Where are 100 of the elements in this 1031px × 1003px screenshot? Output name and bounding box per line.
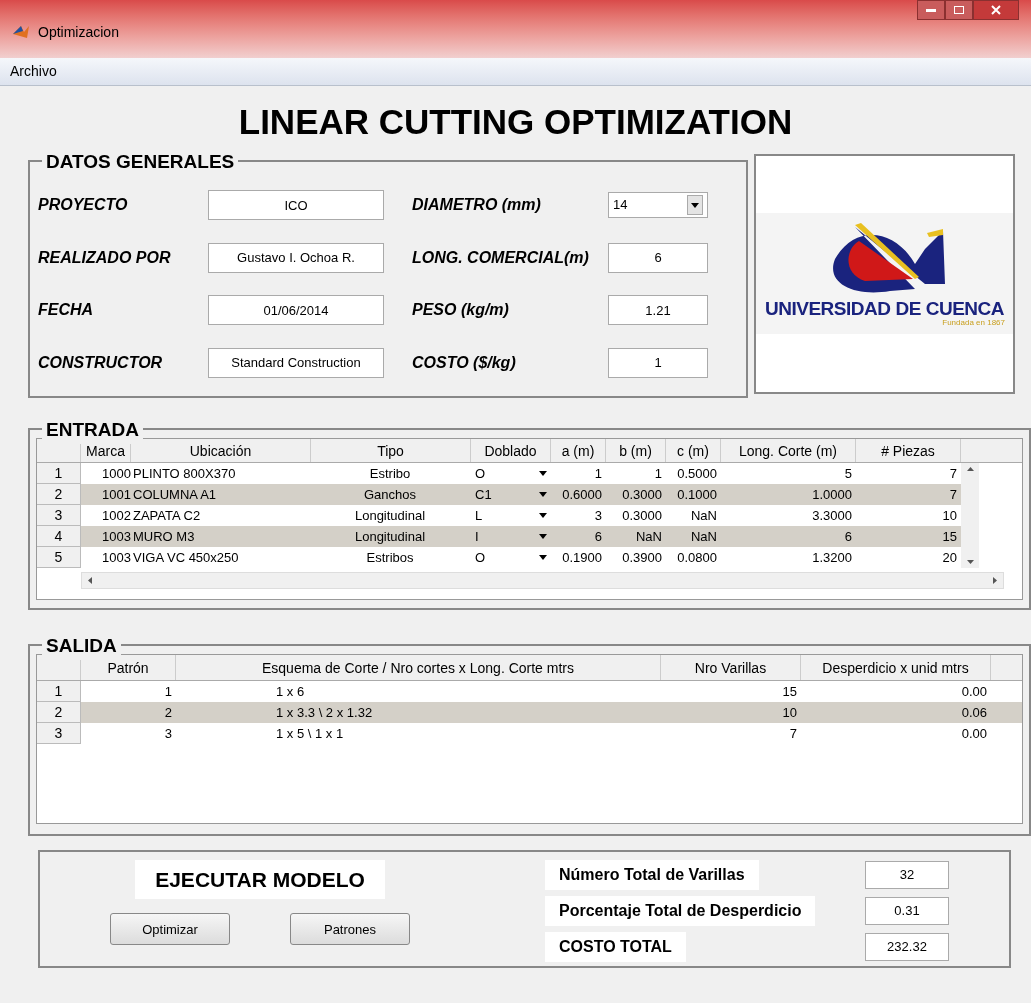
dropdown-cell[interactable]: O: [471, 546, 551, 568]
maximize-button[interactable]: [945, 0, 973, 20]
table-cell-text: 15: [941, 527, 958, 546]
row-number: 1: [37, 462, 81, 484]
table-cell-text: 0.3000: [621, 506, 663, 525]
table-cell-text: 5: [843, 464, 853, 483]
table-cell-text: 1001: [101, 485, 131, 504]
table-cell-text: 1: [593, 464, 603, 483]
dropdown-cell[interactable]: O: [471, 462, 551, 484]
result-field[interactable]: 32: [865, 860, 949, 889]
table-cell-text: PLINTO 800X370: [132, 464, 237, 483]
scroll-left-icon: [88, 576, 92, 584]
row-number: 2: [37, 483, 81, 505]
table-cell-text: 15: [781, 682, 798, 701]
input-field[interactable]: 6: [608, 242, 708, 273]
table-cell-text: COLUMNA A1: [132, 485, 218, 504]
caret-icon: [691, 202, 699, 208]
field-label: LONG. COMERCIAL(m): [411, 247, 590, 268]
table-cell-text: 0.1000: [676, 485, 718, 504]
input-field[interactable]: 1: [608, 347, 708, 378]
section-title: EJECUTAR MODELO: [135, 859, 385, 900]
table-cell-text: Ganchos: [362, 485, 417, 504]
input-field[interactable]: ICO: [208, 190, 384, 220]
main-heading: LINEAR CUTTING OPTIMIZATION: [238, 101, 793, 143]
column-header: Patrón: [81, 654, 176, 680]
column-header: b (m): [606, 438, 666, 462]
table-cell-text: 3: [163, 724, 173, 743]
table-cell-text: 1003: [101, 527, 131, 546]
table-cell-text: 7: [948, 485, 958, 504]
dropdown-cell[interactable]: I: [471, 525, 551, 547]
table-cell-text: Longitudinal: [353, 506, 427, 525]
table-cell-text: 3: [593, 506, 603, 525]
minimize-button[interactable]: [917, 0, 945, 20]
group-title: SALIDA: [46, 634, 117, 656]
window-title: Optimizacion: [38, 23, 119, 42]
input-field[interactable]: Standard Construction: [208, 347, 384, 378]
result-field[interactable]: 232.32: [865, 932, 949, 961]
table-cell-text: 2: [163, 703, 173, 722]
dropdown-cell[interactable]: C1: [471, 483, 551, 505]
group-title: ENTRADA: [46, 418, 139, 440]
table-cell-text: ZAPATA C2: [132, 506, 202, 525]
column-header: a (m): [551, 438, 606, 462]
dropdown[interactable]: 14: [608, 192, 708, 218]
vertical-scrollbar[interactable]: [961, 462, 979, 568]
table-cell-text: 10: [941, 506, 958, 525]
caret-icon: [539, 470, 547, 476]
table-cell-text: 3.3000: [811, 506, 853, 525]
column-header: # Piezas: [856, 438, 961, 462]
input-field[interactable]: 1.21: [608, 295, 708, 325]
horizontal-scrollbar[interactable]: [81, 571, 1004, 589]
row-number: 4: [37, 525, 81, 547]
result-label: Porcentaje Total de Desperdicio: [545, 895, 816, 926]
menu-item[interactable]: Archivo: [10, 61, 57, 82]
column-header: c (m): [666, 438, 721, 462]
row-number: 3: [37, 722, 81, 744]
table-cell-text: 0.00: [960, 682, 988, 701]
logo-text: UNIVERSIDAD DE CUENCA: [764, 299, 1005, 319]
result-field[interactable]: 0.31: [865, 896, 949, 925]
table-cell-text: 1.0000: [811, 485, 853, 504]
caret-icon: [539, 512, 547, 518]
table-cell-text: 0.5000: [676, 464, 718, 483]
column-header: Long. Corte (m): [721, 438, 856, 462]
table-cell-text: NaN: [635, 527, 663, 546]
table-cell-text: 7: [788, 724, 798, 743]
action-button[interactable]: Patrones: [290, 913, 410, 946]
table-cell-text: 1002: [101, 506, 131, 525]
table-cell-text: Longitudinal: [353, 527, 427, 546]
table-cell-text: NaN: [690, 506, 718, 525]
row-number: 1: [37, 680, 81, 702]
field-label: FECHA: [38, 300, 95, 320]
result-label: COSTO TOTAL: [545, 931, 686, 962]
group-title: DATOS GENERALES: [46, 150, 235, 172]
table-cell-text: 0.6000: [561, 485, 603, 504]
scroll-up-icon: [966, 466, 974, 471]
table-cell-text: 1003: [101, 548, 131, 567]
table-cell-text: 0.1900: [561, 548, 603, 567]
table-cell-text: 1 x 6: [275, 682, 306, 701]
row-number: 5: [37, 546, 81, 568]
row-number: 3: [37, 504, 81, 526]
table-cell-text: 10: [781, 703, 798, 722]
column-header: Nro Varillas: [661, 654, 801, 680]
logo-tagline: Fundada en 1867: [942, 318, 1006, 329]
dropdown-cell[interactable]: L: [471, 504, 551, 526]
input-field[interactable]: 01/06/2014: [208, 295, 384, 325]
maximize-icon: [954, 6, 964, 14]
table-cell-text: Estribo: [368, 464, 412, 483]
caret-icon: [539, 533, 547, 539]
table-cell-text: 0.3900: [621, 548, 663, 567]
action-button[interactable]: Optimizar: [110, 913, 230, 946]
table-cell-text: 6: [593, 527, 603, 546]
field-label: CONSTRUCTOR: [38, 352, 164, 373]
column-header: Tipo: [311, 438, 471, 462]
input-field[interactable]: Gustavo I. Ochoa R.: [208, 242, 384, 273]
table-cell-text: VIGA VC 450x250: [132, 548, 240, 567]
table-cell-text: 1: [163, 682, 173, 701]
close-button[interactable]: [973, 0, 1019, 20]
table-cell-text: 1.3200: [811, 548, 853, 567]
column-header: Desperdicio x unid mtrs: [801, 654, 991, 680]
column-header: Ubicación: [131, 438, 311, 462]
table-cell-text: 20: [941, 548, 958, 567]
